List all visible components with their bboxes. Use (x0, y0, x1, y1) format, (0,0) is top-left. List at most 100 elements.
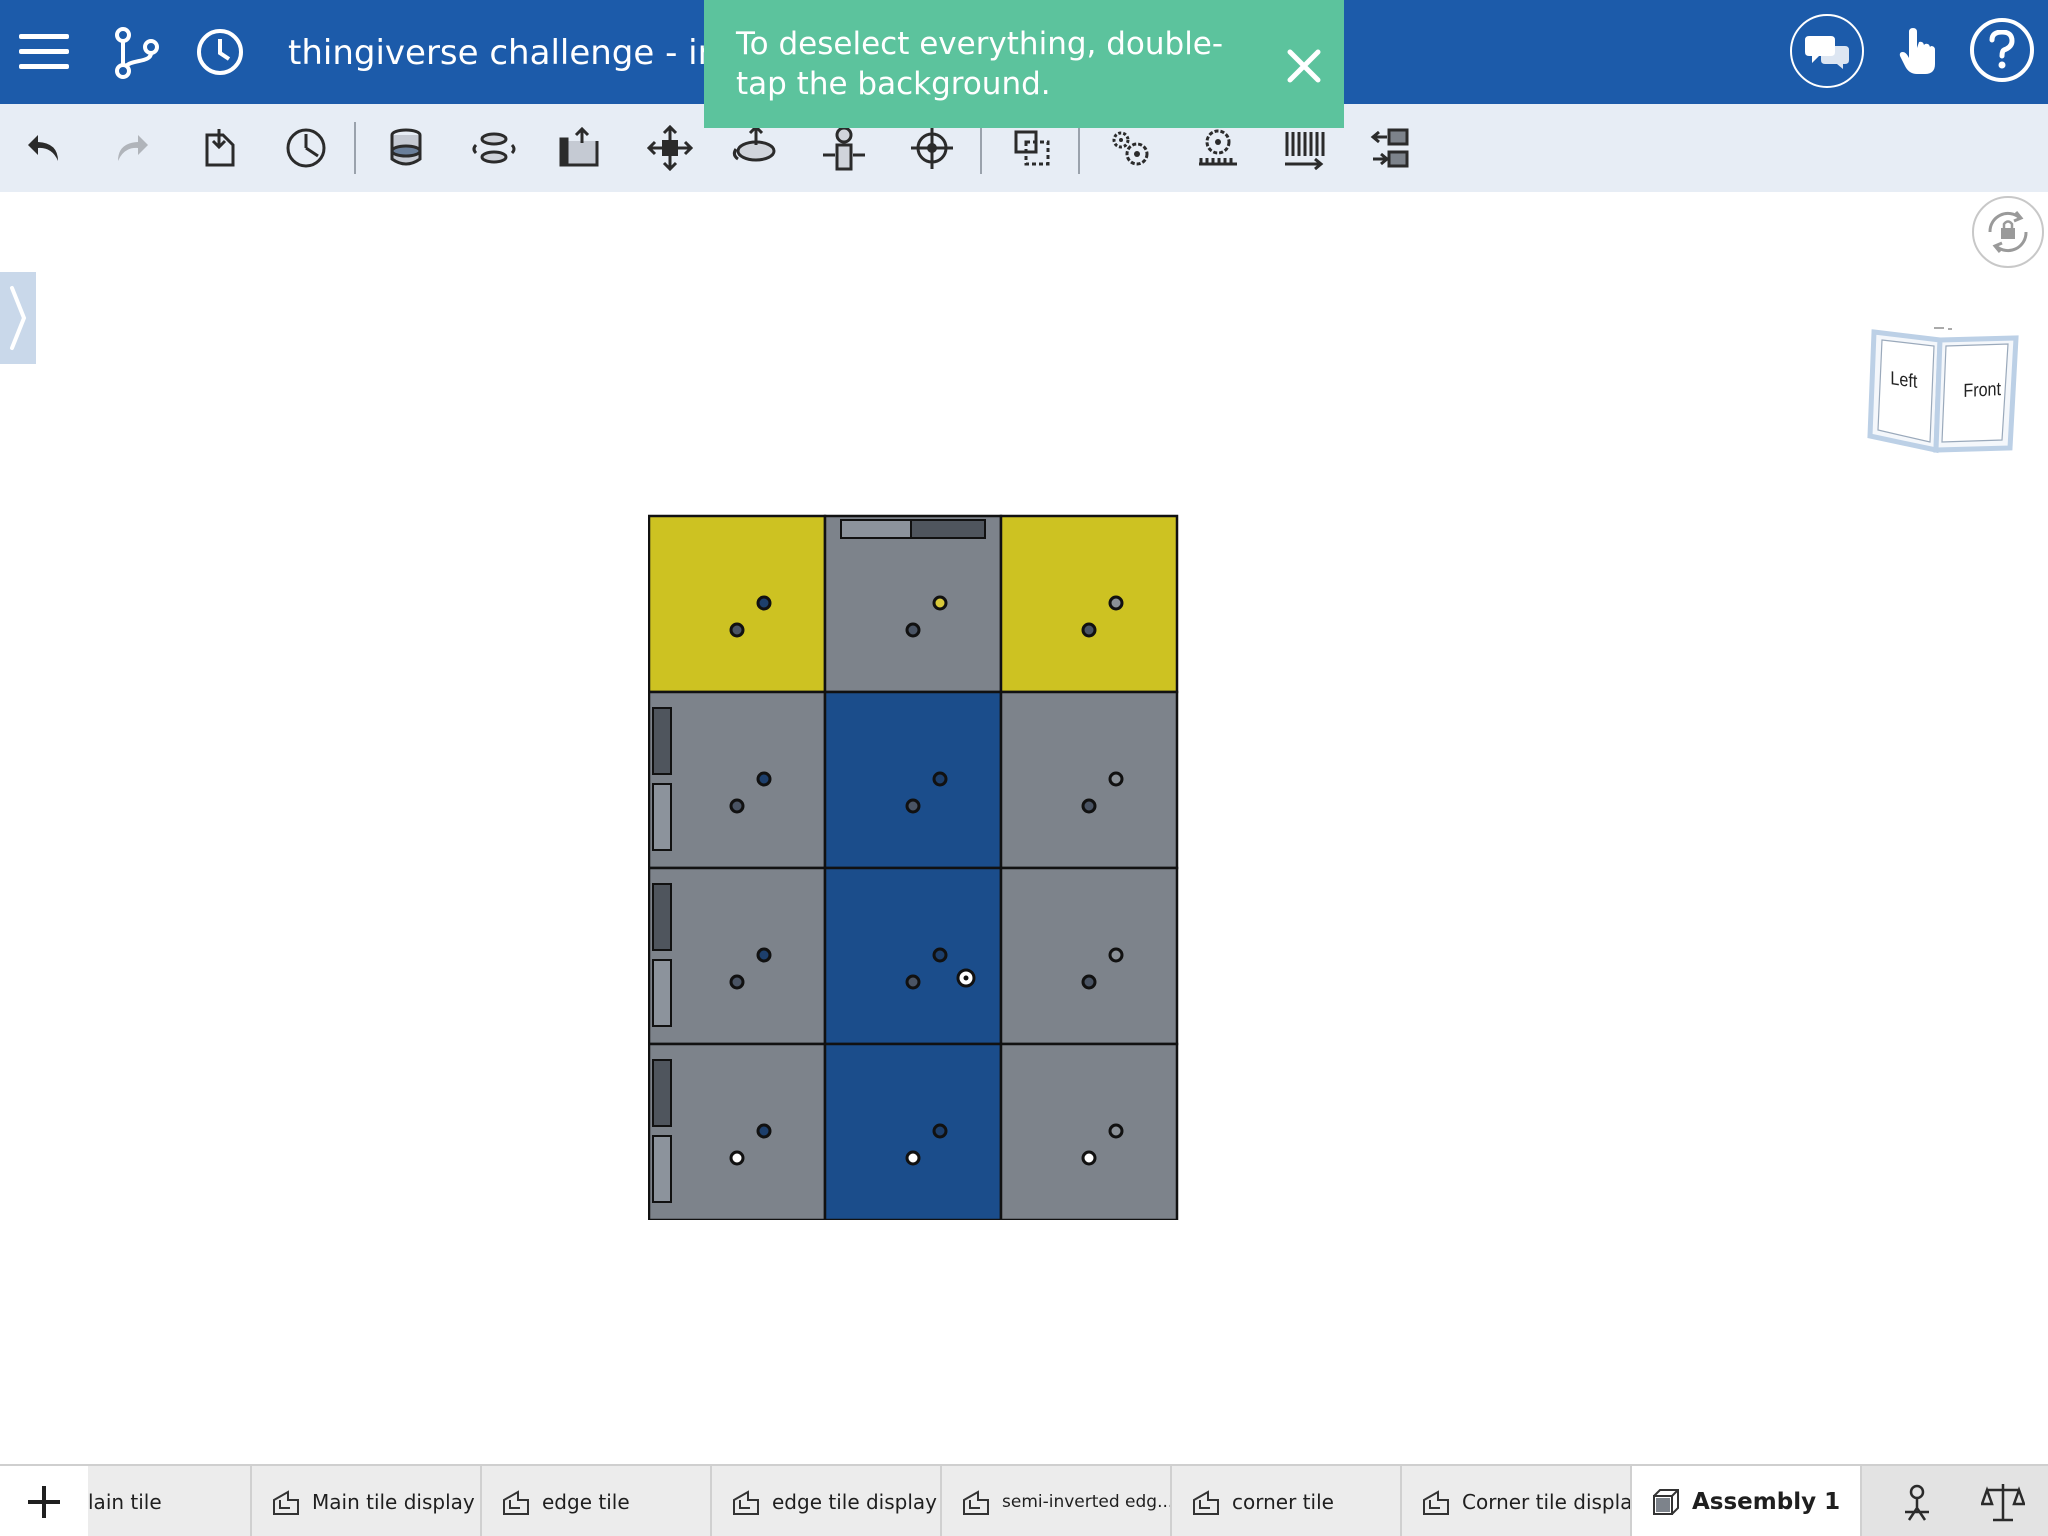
revolute-mate-icon[interactable] (464, 118, 524, 178)
tile-blue[interactable] (823, 866, 1003, 1046)
hole-marker[interactable] (1108, 1123, 1124, 1139)
close-icon[interactable] (1276, 42, 1332, 90)
tile-gray[interactable] (999, 866, 1179, 1046)
toolbar-separator (354, 122, 356, 174)
hole-marker[interactable] (1108, 595, 1124, 611)
toolbar-separator (1078, 122, 1080, 174)
planar-mate-icon[interactable] (640, 118, 700, 178)
part-studio-icon (963, 1490, 989, 1515)
tab-semi-inverted-edge[interactable]: semi-inverted edg... (942, 1466, 1172, 1536)
view-cube[interactable]: Left Front (1860, 326, 2028, 456)
hole-marker[interactable] (756, 1123, 772, 1139)
help-icon[interactable] (1970, 18, 2034, 82)
hole-marker[interactable] (1081, 974, 1097, 990)
tile-blue[interactable] (823, 690, 1003, 870)
hole-marker[interactable] (756, 947, 772, 963)
tab-corner-tile-display[interactable]: Corner tile display (1402, 1466, 1632, 1536)
touch-mode-hand-icon[interactable] (1888, 22, 1948, 82)
edge-connector[interactable] (652, 883, 672, 951)
tab-label: Assembly 1 (1692, 1489, 1841, 1515)
hole-marker[interactable] (729, 1150, 745, 1166)
assembly-icon (1653, 1489, 1679, 1515)
tab-label: semi-inverted edg... (1002, 1492, 1172, 1512)
hole-marker[interactable] (905, 622, 921, 638)
tab-edge-tile[interactable]: edge tile (482, 1466, 712, 1536)
hole-marker[interactable] (905, 974, 921, 990)
hole-marker[interactable] (905, 798, 921, 814)
undo-icon[interactable] (14, 118, 74, 178)
tab-label: edge tile (542, 1490, 630, 1514)
tab-edge-tile-display[interactable]: edge tile display (712, 1466, 942, 1536)
hint-toast: To deselect everything, double-tap the b… (704, 0, 1344, 128)
tile-gray[interactable] (648, 690, 827, 870)
replicate-icon[interactable] (276, 118, 336, 178)
part-studio-icon (733, 1490, 759, 1515)
hole-marker[interactable] (905, 1150, 921, 1166)
hole-marker[interactable] (729, 622, 745, 638)
part-studio-icon (503, 1490, 529, 1515)
hole-marker[interactable] (1081, 1150, 1097, 1166)
tab-corner-tile[interactable]: corner tile (1172, 1466, 1402, 1536)
edge-connector[interactable] (652, 707, 672, 775)
tile-gray[interactable] (648, 866, 827, 1046)
history-clock-icon[interactable] (190, 22, 250, 82)
insert-part-icon[interactable] (190, 118, 250, 178)
redo-icon[interactable] (102, 118, 162, 178)
tab-assembly-1[interactable]: Assembly 1 (1632, 1466, 1862, 1536)
hole-marker[interactable] (932, 771, 948, 787)
hole-marker[interactable] (1108, 771, 1124, 787)
tile-blue[interactable] (823, 1042, 1003, 1220)
selected-point-center (963, 975, 969, 981)
rotation-lock-icon[interactable] (1972, 196, 2044, 268)
document-title[interactable]: thingiverse challenge - int (288, 28, 708, 78)
tile-gray[interactable] (648, 1042, 827, 1220)
tile-gray[interactable] (823, 514, 1003, 694)
hole-marker[interactable] (729, 974, 745, 990)
tab-label: corner tile (1232, 1490, 1334, 1514)
hole-marker[interactable] (1108, 947, 1124, 963)
tab-label: Corner tile display (1462, 1490, 1632, 1514)
part-studio-icon (1193, 1490, 1219, 1515)
toolbar-separator (980, 122, 982, 174)
tab-label: Main tile display (312, 1490, 475, 1514)
graphics-area[interactable]: Left Front (0, 192, 2048, 1464)
bill-of-materials-icon[interactable] (1892, 1478, 1942, 1528)
hole-marker[interactable] (932, 947, 948, 963)
comments-icon[interactable] (1790, 14, 1864, 88)
edge-connector[interactable] (652, 1059, 672, 1127)
hole-marker[interactable] (932, 595, 948, 611)
fastened-mate-icon[interactable] (376, 118, 436, 178)
part-studio-icon (273, 1490, 299, 1515)
tab-main-tile-display[interactable]: Main tile display (252, 1466, 482, 1536)
tile-gray[interactable] (999, 1042, 1179, 1220)
tab-label: lain tile (88, 1490, 162, 1514)
edge-connector[interactable] (652, 783, 672, 851)
edge-connector[interactable] (652, 959, 672, 1027)
tile-gray[interactable] (999, 690, 1179, 870)
add-tab-icon[interactable] (0, 1466, 88, 1536)
hole-marker[interactable] (756, 595, 772, 611)
edge-connector[interactable] (652, 1135, 672, 1203)
document-tab-bar: lain tile Main tile display edge tile ed… (0, 1464, 2048, 1536)
tile-assembly-model[interactable] (648, 514, 1180, 1220)
tile-yellow[interactable] (648, 514, 827, 694)
edge-connector[interactable] (910, 519, 986, 539)
versions-branch-icon[interactable] (106, 22, 166, 82)
hole-marker[interactable] (756, 771, 772, 787)
mass-properties-scale-icon[interactable] (1978, 1478, 2028, 1528)
hole-marker[interactable] (1081, 798, 1097, 814)
edge-connector[interactable] (840, 519, 912, 539)
hole-marker[interactable] (932, 1123, 948, 1139)
tile-yellow[interactable] (999, 514, 1179, 694)
hole-marker[interactable] (729, 798, 745, 814)
viewcube-front-label[interactable]: Front (1963, 379, 2001, 403)
hamburger-menu-icon[interactable] (14, 24, 74, 80)
viewcube-left-label[interactable]: Left (1890, 368, 1917, 394)
toast-message: To deselect everything, double-tap the b… (736, 26, 1224, 102)
tab-main-tile[interactable]: lain tile (88, 1466, 252, 1536)
linear-relation-icon[interactable] (1362, 118, 1422, 178)
hole-marker[interactable] (1081, 622, 1097, 638)
tab-label: edge tile display (772, 1490, 937, 1514)
feature-list-toggle[interactable] (0, 272, 36, 364)
slider-mate-icon[interactable] (552, 118, 612, 178)
